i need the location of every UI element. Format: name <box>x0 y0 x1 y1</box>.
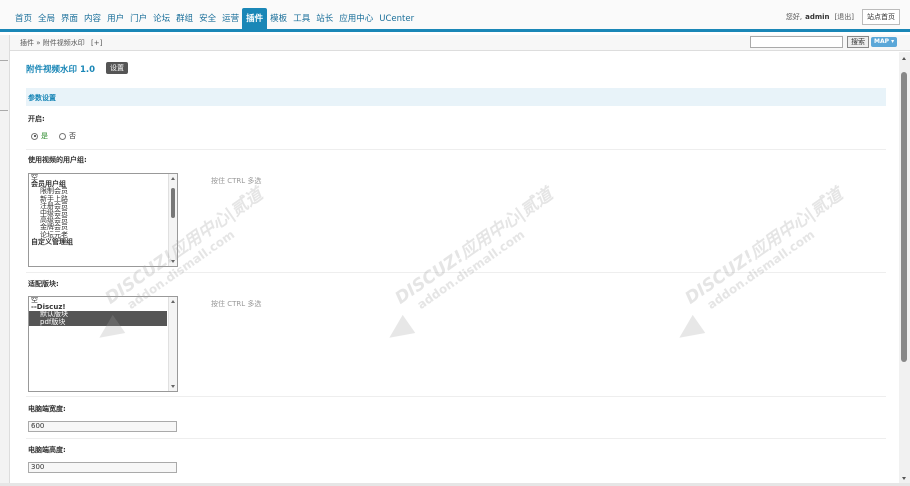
nav-item-webmaster[interactable]: 站长 <box>313 8 336 32</box>
username: admin <box>805 13 830 21</box>
user-groups-hint: 按住 CTRL 多选 <box>211 177 262 185</box>
breadcrumb: 插件 » 附件视频水印 [+] <box>20 38 102 48</box>
nav-item-interface[interactable]: 界面 <box>58 8 81 32</box>
nav-item-users[interactable]: 用户 <box>104 8 127 32</box>
watermark-line2: addon.dismall.com <box>704 227 818 312</box>
nav-item-global[interactable]: 全局 <box>35 8 58 32</box>
listbox-scrollbar[interactable] <box>168 297 177 391</box>
left-sidebar-edge <box>0 35 10 486</box>
sidebar-divider <box>0 110 8 111</box>
nav-item-content[interactable]: 内容 <box>81 8 104 32</box>
scroll-up-icon[interactable] <box>171 177 175 180</box>
search-button[interactable]: 搜索 <box>847 36 869 48</box>
radio-enable-no[interactable]: 否 <box>59 131 76 141</box>
pc-width-label: 电脑端宽度: <box>28 405 66 413</box>
divider <box>26 272 886 273</box>
add-shortcut-link[interactable]: [+] <box>91 39 102 47</box>
listbox-scrollbar[interactable] <box>168 174 177 266</box>
watermark: DISCUZ!应用中心|贰道 addon.dismall.com <box>383 150 631 353</box>
main-content: 附件视频水印 1.0 设置 参数设置 开启: 是 否 使用视频的用户组: 空会员… <box>10 52 900 486</box>
scroll-thumb[interactable] <box>171 188 175 218</box>
nav-item-app-center[interactable]: 应用中心 <box>336 8 376 32</box>
enable-label: 开启: <box>28 115 45 123</box>
select-option[interactable]: pdf版块 <box>29 318 167 326</box>
divider <box>26 396 886 397</box>
nav-item-forum[interactable]: 论坛 <box>150 8 173 32</box>
radio-dot-checked <box>31 132 38 140</box>
nav-item-operations[interactable]: 运营 <box>219 8 242 32</box>
nav-item-groups[interactable]: 群组 <box>173 8 196 32</box>
page-scrollbar[interactable] <box>899 52 910 486</box>
radio-dot-unchecked <box>59 132 66 140</box>
site-home-button[interactable]: 站点首页 <box>862 9 900 25</box>
scroll-down-icon[interactable] <box>171 385 175 388</box>
watermark-line1: DISCUZ!应用中心|贰道 <box>391 184 557 309</box>
select-option[interactable]: 自定义管理组 <box>29 238 177 246</box>
map-button[interactable]: MAP ▾ <box>871 37 898 47</box>
nav-item-templates[interactable]: 模板 <box>267 8 290 32</box>
user-groups-label: 使用视频的用户组: <box>28 156 87 164</box>
scroll-thumb[interactable] <box>901 72 907 362</box>
radio-enable-yes[interactable]: 是 <box>31 131 48 141</box>
nav-item-tools[interactable]: 工具 <box>290 8 313 32</box>
forums-label: 适配版块: <box>28 280 59 288</box>
scroll-down-icon[interactable] <box>171 260 175 263</box>
breadcrumb-path[interactable]: 插件 » 附件视频水印 <box>20 39 85 47</box>
nav-item-security[interactable]: 安全 <box>196 8 219 32</box>
section-header: 参数设置 <box>26 88 886 106</box>
nav-item-portal[interactable]: 门户 <box>127 8 150 32</box>
divider <box>26 149 886 150</box>
scroll-up-icon[interactable] <box>171 300 175 303</box>
forums-select[interactable]: 空 --Discuz! 默认版块 pdf版块 <box>28 296 178 392</box>
top-navigation-bar: 首页 全局 界面 内容 用户 门户 论坛 群组 安全 运营 插件 模板 工具 站… <box>0 0 910 32</box>
pc-height-label: 电脑端高度: <box>28 446 66 454</box>
nav-item-home[interactable]: 首页 <box>12 8 35 32</box>
scroll-up-icon[interactable] <box>902 57 906 60</box>
watermark-line1: DISCUZ!应用中心|贰道 <box>681 184 847 309</box>
divider <box>26 438 886 439</box>
breadcrumb-bar: 插件 » 附件视频水印 [+] 搜索 MAP ▾ <box>10 35 910 51</box>
main-nav: 首页 全局 界面 内容 用户 门户 论坛 群组 安全 运营 插件 模板 工具 站… <box>12 8 417 32</box>
forums-hint: 按住 CTRL 多选 <box>211 300 262 308</box>
watermark-arrow-icon <box>673 314 706 347</box>
watermark-line2: addon.dismall.com <box>414 227 528 312</box>
watermark: DISCUZ!应用中心|贰道 addon.dismall.com <box>673 150 900 353</box>
watermark-arrow-icon <box>383 314 416 347</box>
nav-item-plugins[interactable]: 插件 <box>242 8 268 32</box>
pc-width-input[interactable]: 600 <box>28 421 177 432</box>
nav-item-ucenter[interactable]: UCenter <box>376 8 417 32</box>
search-input[interactable] <box>750 36 843 48</box>
section-title: 参数设置 <box>28 94 56 102</box>
user-groups-select[interactable]: 空会员用户组 限制会员 新手上路 注册会员 中级会员 高级会员 金牌会员 论坛元老 自定义管理组 <box>28 173 178 267</box>
logout-link[interactable]: [退出] <box>835 12 854 22</box>
page-title: 附件视频水印 1.0 <box>26 65 96 75</box>
radio-yes-label: 是 <box>41 132 48 140</box>
user-area: 您好, admin [退出] 站点首页 <box>786 9 900 25</box>
radio-no-label: 否 <box>69 132 76 140</box>
scroll-down-icon[interactable] <box>902 477 906 480</box>
sidebar-divider <box>0 60 8 61</box>
settings-button[interactable]: 设置 <box>106 62 128 74</box>
greeting-text: 您好, <box>785 13 803 21</box>
pc-height-input[interactable]: 300 <box>28 462 177 473</box>
